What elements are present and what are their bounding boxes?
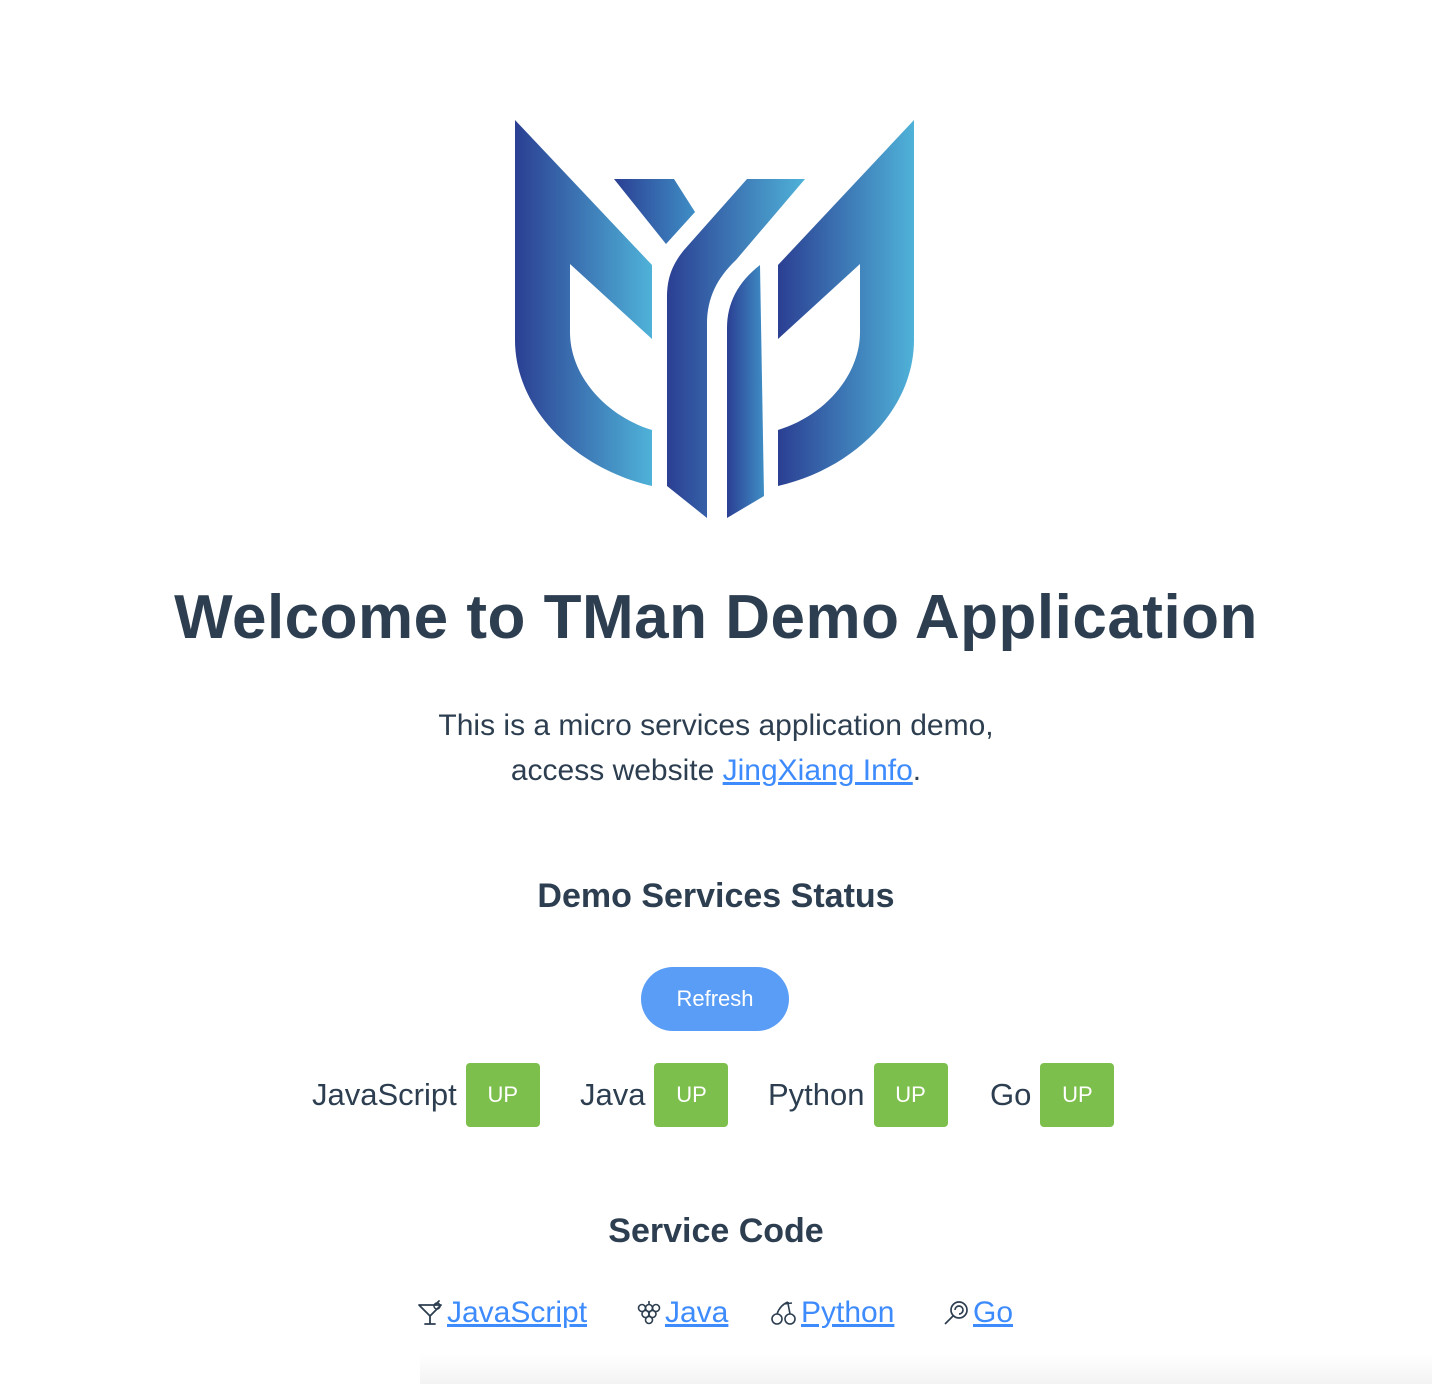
service-status-list: JavaScript UP Java UP Python UP Go UP [0,1063,1432,1127]
bottom-shadow [420,1354,1432,1384]
cherries-icon [770,1299,798,1327]
code-link-label: Java [665,1296,729,1329]
lollipop-icon [942,1299,970,1327]
page: Welcome to TMan Demo Application This is… [0,0,1432,1384]
service-name: Go [990,1077,1032,1112]
tman-logo [514,118,916,522]
status-heading: Demo Services Status [537,877,895,915]
intro-text: This is a micro services application dem… [0,703,1432,793]
code-link-javascript[interactable]: JavaScript [416,1292,587,1334]
refresh-button[interactable]: Refresh [641,967,789,1031]
intro-line-2-prefix: access website [510,754,723,787]
code-link-label: JavaScript [447,1296,588,1329]
service-status-javascript: JavaScript UP [312,1063,540,1127]
service-name: Python [768,1077,865,1112]
status-badge: UP [873,1063,948,1127]
service-code-heading: Service Code [608,1212,824,1250]
service-status-java: Java UP [580,1063,729,1127]
status-badge: UP [465,1063,540,1127]
service-status-python: Python UP [768,1063,948,1127]
code-link-go[interactable]: Go [942,1292,1013,1334]
code-link-label: Python [801,1296,895,1329]
code-link-java[interactable]: Java [634,1292,728,1334]
code-link-label: Go [973,1296,1014,1329]
intro-line-1: This is a micro services application dem… [438,709,994,742]
status-badge: UP [654,1063,729,1127]
service-name: Java [580,1077,646,1112]
service-status-go: Go UP [990,1063,1115,1127]
service-code-links: JavaScript Java Python Go [0,1292,1432,1334]
page-title: Welcome to TMan Demo Application [174,583,1258,652]
cocktail-icon [416,1299,444,1327]
intro-line-2-suffix: . [912,754,922,787]
grapes-icon [634,1299,662,1327]
service-name: JavaScript [312,1077,457,1112]
code-link-python[interactable]: Python [770,1292,894,1334]
status-badge: UP [1040,1063,1115,1127]
jingxiang-info-link[interactable]: JingXiang Info [723,754,913,787]
